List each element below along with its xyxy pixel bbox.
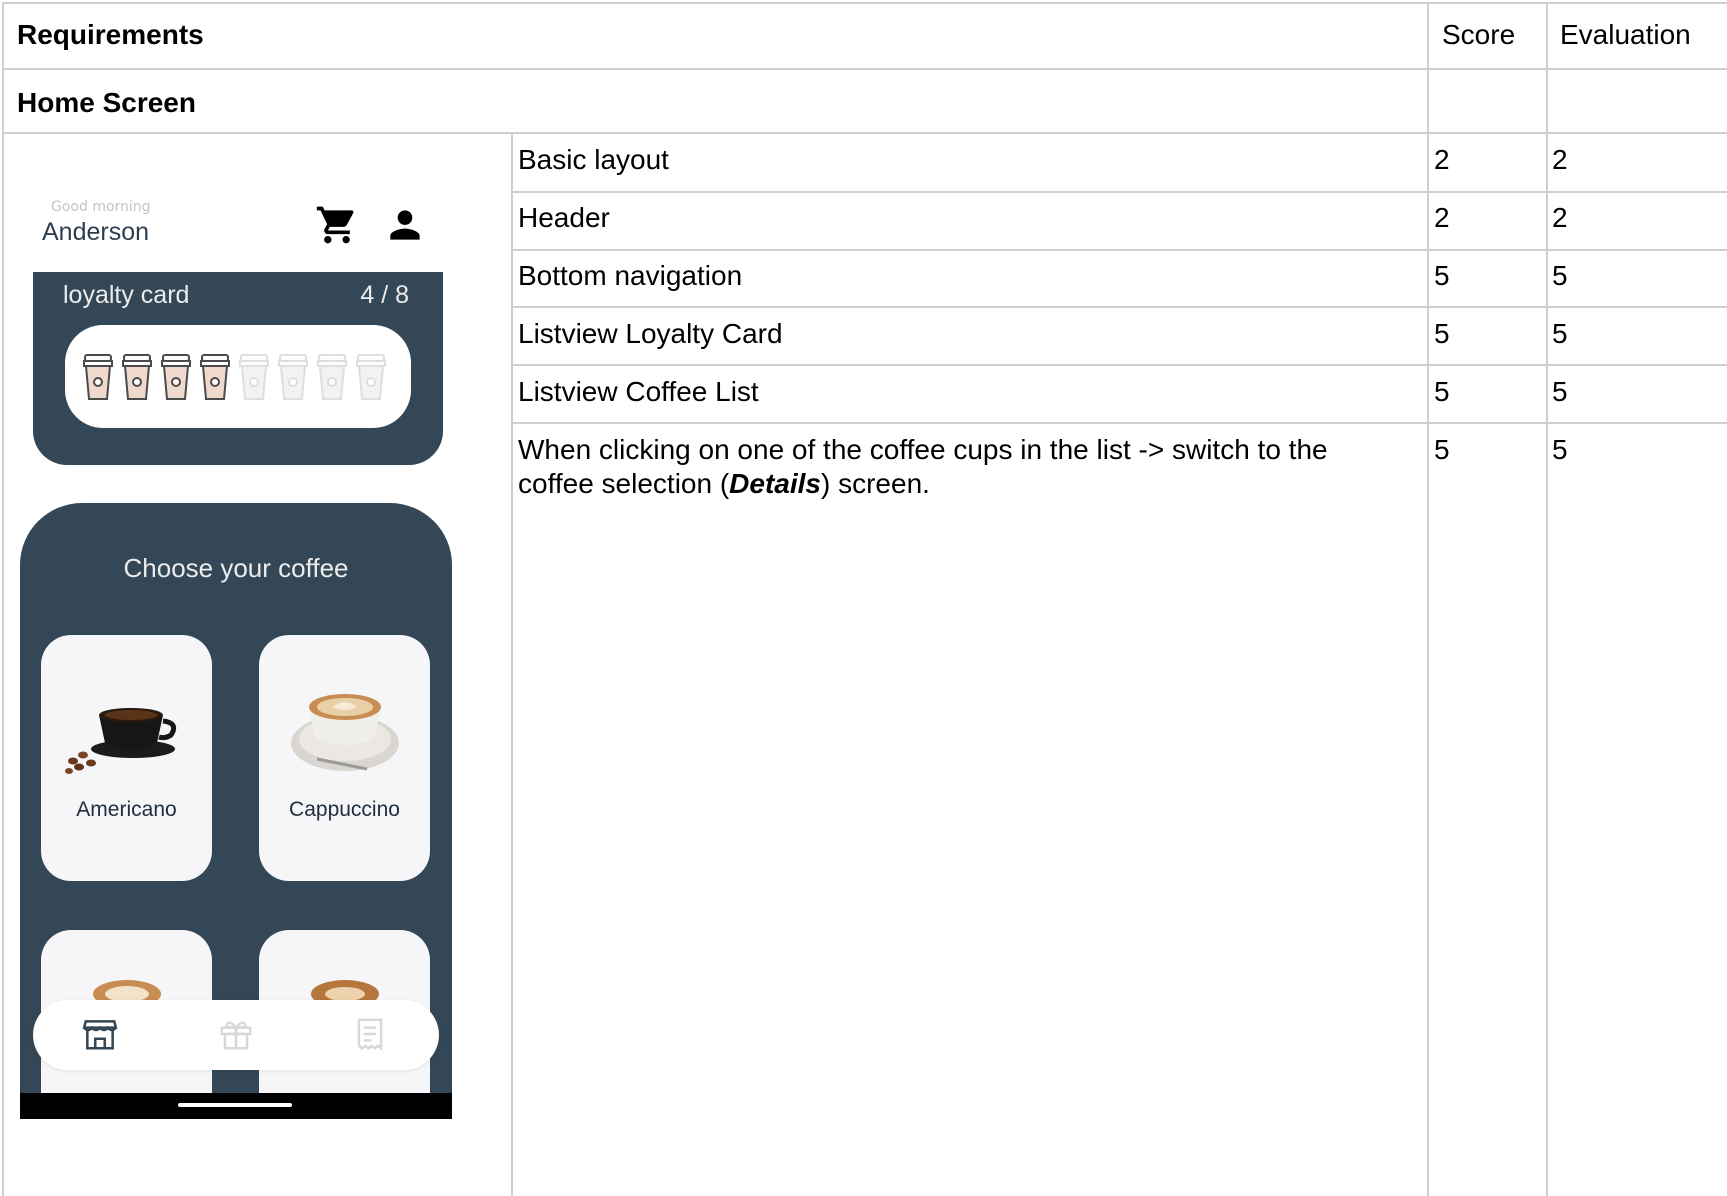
requirement-text: ) screen. (821, 468, 930, 499)
coffee-name: Cappuccino (289, 798, 400, 821)
americano-image (65, 708, 177, 774)
stamp-filled-icon (83, 354, 113, 400)
table-col-divider (1546, 2, 1548, 1196)
table-row-divider (2, 132, 1727, 134)
store-icon[interactable] (81, 1015, 119, 1053)
table-row-divider (512, 249, 1727, 251)
loyalty-card-title: loyalty card (63, 281, 190, 309)
stamp-row (65, 325, 411, 428)
user-name: Anderson (42, 218, 150, 246)
score-cell: 2 (1434, 144, 1450, 175)
coffee-card-americano[interactable]: Americano (41, 635, 212, 881)
stamp-empty-icon (317, 354, 347, 400)
stamp-empty-icon (239, 354, 269, 400)
evaluation-cell: 5 (1552, 318, 1568, 349)
coffee-card-cappuccino[interactable]: Cappuccino (259, 635, 430, 881)
score-cell: 5 (1434, 376, 1450, 407)
score-header: Score (1442, 19, 1516, 50)
table-row-divider (512, 364, 1727, 366)
greeting-label: Good morning (51, 199, 151, 215)
cart-icon[interactable] (315, 203, 359, 247)
requirements-header: Requirements (17, 19, 204, 50)
evaluation-cell: 5 (1552, 260, 1568, 291)
evaluation-header: Evaluation (1560, 19, 1691, 50)
evaluation-cell: 5 (1552, 434, 1568, 465)
stamp-empty-icon (356, 354, 386, 400)
evaluation-cell: 2 (1552, 202, 1568, 233)
table-col-divider (511, 133, 513, 1196)
score-cell: 5 (1434, 434, 1450, 465)
score-cell: 2 (1434, 202, 1450, 233)
home-indicator[interactable] (178, 1103, 292, 1107)
requirement-cell-line2: coffee selection (Details) screen. (518, 468, 930, 500)
requirement-cell: Listview Loyalty Card (518, 318, 783, 349)
requirement-cell: Basic layout (518, 144, 669, 175)
evaluation-cell: 2 (1552, 144, 1568, 175)
table-border-top (2, 2, 1727, 4)
latte-image (93, 980, 161, 1002)
requirement-cell: Listview Coffee List (518, 376, 759, 407)
requirement-cell-line1: When clicking on one of the coffee cups … (518, 434, 1328, 465)
table-row-divider (512, 422, 1727, 424)
stamp-filled-icon (161, 354, 191, 400)
details-emphasis: Details (729, 468, 821, 499)
bottom-navigation (33, 1000, 439, 1070)
loyalty-card-count: 4 / 8 (360, 281, 409, 309)
latte-image (311, 980, 379, 1002)
score-cell: 5 (1434, 318, 1450, 349)
loyalty-card[interactable]: loyalty card 4 / 8 (33, 272, 443, 465)
receipt-icon[interactable] (351, 1015, 389, 1053)
score-cell: 5 (1434, 260, 1450, 291)
section-title: Home Screen (17, 87, 196, 118)
requirement-cell: Bottom navigation (518, 260, 743, 291)
gift-icon[interactable] (217, 1015, 255, 1053)
stamp-filled-icon (200, 354, 230, 400)
stamp-empty-icon (278, 354, 308, 400)
table-col-divider (1427, 2, 1429, 1196)
table-row-divider (512, 306, 1727, 308)
coffee-name: Americano (76, 798, 177, 821)
requirement-cell: Header (518, 202, 610, 233)
stamp-filled-icon (122, 354, 152, 400)
requirement-text: coffee selection ( (518, 468, 730, 499)
cappuccino-image (291, 694, 399, 771)
evaluation-cell: 5 (1552, 376, 1568, 407)
person-icon[interactable] (383, 203, 427, 247)
table-border-left (2, 2, 4, 1196)
table-row-divider (512, 191, 1727, 193)
coffee-section-title: Choose your coffee (123, 553, 349, 583)
table-row-divider (2, 68, 1727, 70)
